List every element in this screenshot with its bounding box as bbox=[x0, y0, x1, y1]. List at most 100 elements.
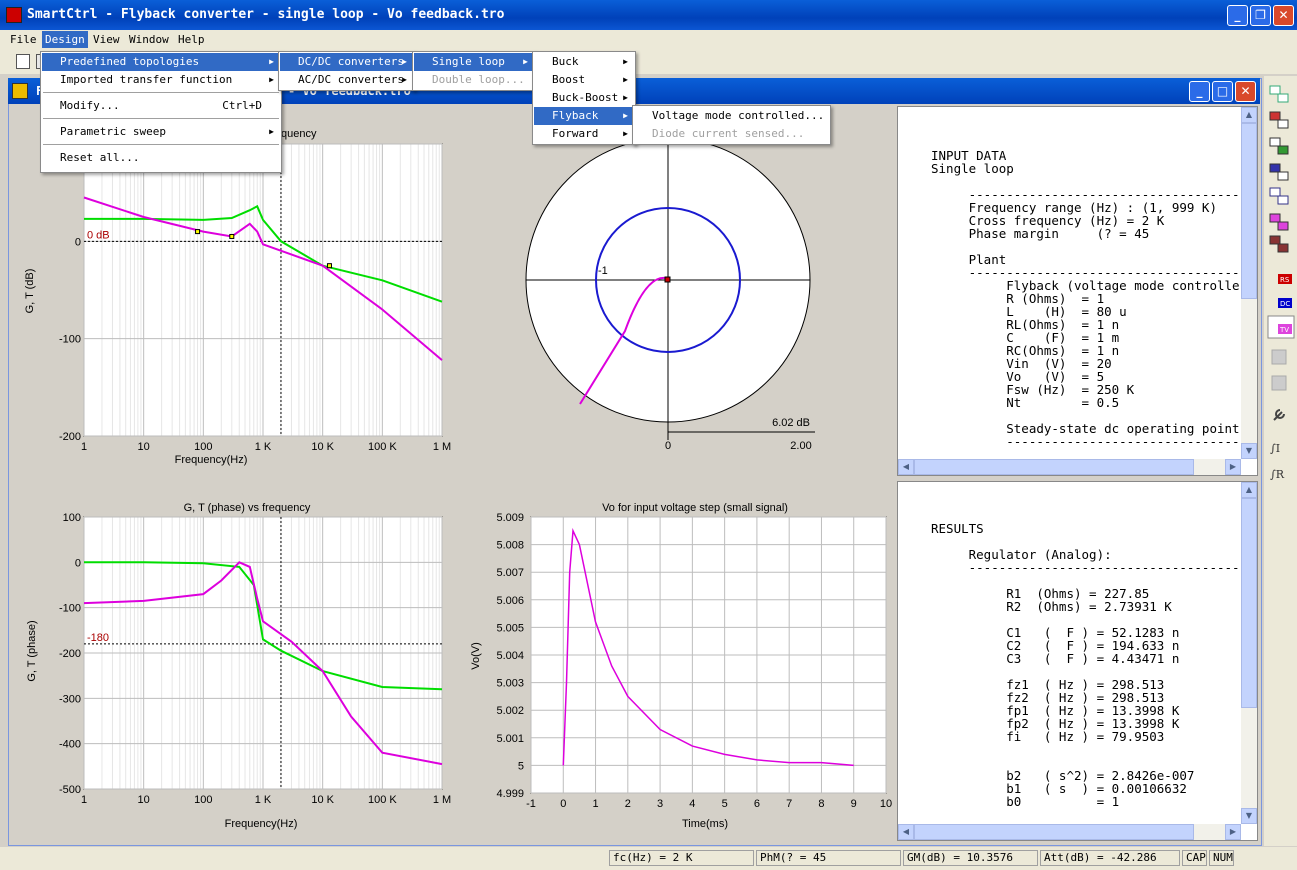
restore-button[interactable]: ❐ bbox=[1250, 5, 1271, 26]
design-menu: Predefined topologies ▶ Imported transfer … bbox=[40, 51, 282, 173]
scroll-right-arrow[interactable]: ▶ bbox=[1225, 824, 1241, 840]
menu-item-voltage-mode-controlled[interactable]: Voltage mode controlled... bbox=[634, 107, 829, 125]
y-tick-label: 4.999 bbox=[496, 788, 524, 800]
menu-item-flyback[interactable]: Flyback ▶ bbox=[534, 107, 634, 125]
results-vscroll[interactable]: ▲ ▼ bbox=[1241, 482, 1257, 824]
scale-tick-1: 2.00 bbox=[790, 440, 811, 452]
scroll-thumb[interactable] bbox=[1241, 123, 1257, 299]
y-tick-label: 5.001 bbox=[496, 733, 524, 745]
menu-separator bbox=[43, 144, 279, 145]
input-hscroll[interactable]: ◀ ▶ bbox=[898, 459, 1241, 475]
wrench-icon[interactable] bbox=[1273, 409, 1285, 421]
x-tick-label: -1 bbox=[526, 798, 536, 810]
menu-item-single-loop[interactable]: Single loop ▶ bbox=[414, 53, 534, 71]
topology-icon-6[interactable] bbox=[1269, 213, 1289, 231]
scroll-up-arrow[interactable]: ▲ bbox=[1241, 107, 1257, 123]
child-app-icon bbox=[12, 83, 28, 99]
child-minimize-button[interactable]: _ bbox=[1189, 81, 1210, 102]
menu-separator bbox=[43, 92, 279, 93]
ki-icon[interactable]: ∫I bbox=[1270, 442, 1280, 455]
menu-item-label: Buck bbox=[552, 55, 579, 68]
x-tick-label: 10 K bbox=[311, 794, 334, 806]
hscroll-thumb[interactable] bbox=[914, 824, 1194, 840]
nyquist-chart[interactable]: -1 6.02 dB 0 2.00 bbox=[455, 106, 892, 476]
y-tick-label: 5.007 bbox=[496, 567, 524, 579]
x-tick-label: 4 bbox=[689, 798, 695, 810]
scroll-left-arrow[interactable]: ◀ bbox=[898, 824, 914, 840]
submenu-arrow-icon: ▶ bbox=[402, 75, 407, 84]
tv-icon[interactable]: TV bbox=[1267, 315, 1295, 339]
topology-icon-3[interactable] bbox=[1269, 137, 1289, 155]
child-close-button[interactable]: ✕ bbox=[1235, 81, 1256, 102]
menu-item-forward[interactable]: Forward ▶ bbox=[534, 125, 634, 143]
topology-icon-1[interactable] bbox=[1269, 85, 1289, 103]
kr-icon[interactable]: ∫R bbox=[1270, 468, 1285, 481]
menu-view[interactable]: View bbox=[90, 33, 123, 46]
y-tick-label: -400 bbox=[59, 739, 81, 751]
step-chart[interactable]: 5.009 5.008 5.007 5.006 5.005 5.004 5.003 5.002… bbox=[455, 481, 892, 839]
close-button[interactable]: ✕ bbox=[1273, 5, 1294, 26]
x-tick-label: 1 M bbox=[433, 441, 451, 453]
new-file-icon[interactable] bbox=[16, 54, 30, 69]
submenu-arrow-icon: ▶ bbox=[402, 57, 407, 66]
menu-item-parametric-sweep[interactable]: Parametric sweep ▶ bbox=[42, 123, 280, 141]
menu-help[interactable]: Help bbox=[175, 33, 208, 46]
x-tick-label: 10 bbox=[138, 441, 150, 453]
dc-icon[interactable]: DC bbox=[1278, 298, 1292, 308]
submenu-arrow-icon: ▶ bbox=[269, 75, 274, 84]
y-tick-label: -100 bbox=[59, 603, 81, 615]
reference-label: -180 bbox=[87, 632, 109, 644]
minimize-button[interactable]: _ bbox=[1227, 5, 1248, 26]
menu-item-label: Forward bbox=[552, 127, 599, 140]
rs-icon[interactable]: RS bbox=[1278, 274, 1292, 284]
menu-item-boost[interactable]: Boost ▶ bbox=[534, 71, 634, 89]
scroll-right-arrow[interactable]: ▶ bbox=[1225, 459, 1241, 475]
menu-item-buck-boost[interactable]: Buck-Boost ▶ bbox=[534, 89, 634, 107]
results-text: RESULTS Regulator (Analog): ------------… bbox=[931, 521, 1248, 809]
scroll-down-arrow[interactable]: ▼ bbox=[1241, 808, 1257, 824]
y-axis-label: G, T (dB) bbox=[24, 269, 36, 314]
menu-separator bbox=[43, 118, 279, 119]
chart-title: G, T (phase) vs frequency bbox=[184, 502, 311, 514]
menu-item-modify[interactable]: Modify... Ctrl+D bbox=[42, 97, 280, 115]
menu-item-label: DC/DC converters bbox=[298, 55, 404, 68]
y-tick-label: -300 bbox=[59, 693, 81, 705]
menu-file[interactable]: File bbox=[7, 33, 40, 46]
menu-item-double-loop: Double loop... bbox=[414, 71, 534, 89]
menu-item-predefined-topologies[interactable]: Predefined topologies ▶ bbox=[42, 53, 280, 71]
scroll-left-arrow[interactable]: ◀ bbox=[898, 459, 914, 475]
y-tick-label: -200 bbox=[59, 431, 81, 443]
topology-icon-5[interactable] bbox=[1269, 187, 1289, 205]
input-vscroll[interactable]: ▲ ▼ bbox=[1241, 107, 1257, 459]
topology-icon-4[interactable] bbox=[1269, 163, 1289, 181]
menu-item-buck[interactable]: Buck ▶ bbox=[534, 53, 634, 71]
menu-item-reset-all[interactable]: Reset all... bbox=[42, 149, 280, 167]
y-tick-label: 0 bbox=[75, 236, 81, 248]
menu-item-ac-dc-converters[interactable]: AC/DC converters ▶ bbox=[280, 71, 413, 89]
menu-design[interactable]: Design bbox=[42, 31, 88, 48]
scroll-up-arrow[interactable]: ▲ bbox=[1241, 482, 1257, 498]
rs-label: RS bbox=[1280, 276, 1290, 284]
topology-icon-7[interactable] bbox=[1269, 235, 1289, 253]
y-axis-label: G, T (phase) bbox=[26, 620, 38, 681]
x-tick-label: 10 bbox=[138, 794, 150, 806]
results-pane[interactable]: RESULTS Regulator (Analog): ------------… bbox=[897, 481, 1258, 841]
child-maximize-button[interactable]: □ bbox=[1212, 81, 1233, 102]
menu-item-imported-transfer-function[interactable]: Imported transfer function ▶ bbox=[42, 71, 280, 89]
x-tick-label: 1 bbox=[81, 441, 87, 453]
y-axis-label: Vo(V) bbox=[470, 642, 482, 670]
hscroll-thumb[interactable] bbox=[914, 459, 1194, 475]
menu-item-dc-dc-converters[interactable]: DC/DC converters ▶ bbox=[280, 53, 413, 71]
scroll-down-arrow[interactable]: ▼ bbox=[1241, 443, 1257, 459]
topology-icon-2[interactable] bbox=[1269, 111, 1289, 129]
menu-window[interactable]: Window bbox=[126, 33, 172, 46]
status-fc: fc(Hz) = 2 K bbox=[609, 850, 754, 866]
dc-label: DC bbox=[1280, 300, 1290, 308]
x-axis-label: Time(ms) bbox=[682, 818, 728, 830]
scroll-thumb[interactable] bbox=[1241, 498, 1257, 708]
y-tick-label: 5.003 bbox=[496, 678, 524, 690]
results-hscroll[interactable]: ◀ ▶ bbox=[898, 824, 1241, 840]
input-data-pane[interactable]: INPUT DATA Single loop -----------------… bbox=[897, 106, 1258, 476]
marker bbox=[229, 233, 235, 239]
phase-chart[interactable]: -180 1 10 100 1 K 10 K 100 K 1 M 100 0 -100 -200 -30… bbox=[11, 481, 453, 839]
